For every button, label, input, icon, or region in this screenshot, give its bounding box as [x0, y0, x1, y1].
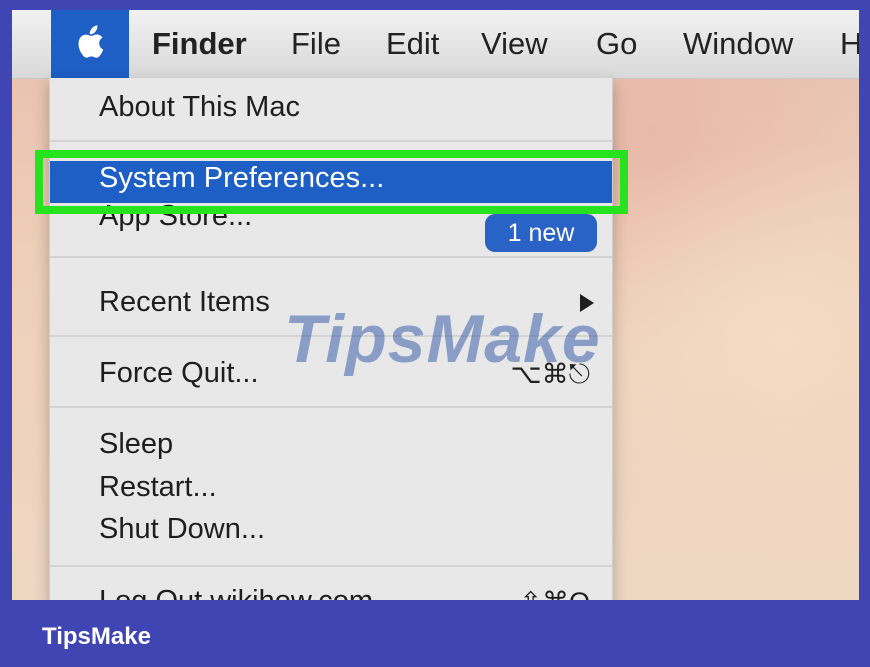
log-out-shortcut: ⇧⌘Q	[519, 587, 590, 600]
menu-separator	[50, 406, 612, 408]
footer-brand: TipsMake	[42, 623, 151, 650]
menu-go[interactable]: Go	[596, 10, 637, 78]
menu-item-about-this-mac[interactable]: About This Mac	[99, 91, 300, 124]
menu-item-sleep[interactable]: Sleep	[99, 428, 173, 461]
screenshot-frame: Finder File Edit View Go Window H About …	[12, 10, 859, 600]
annotation-highlight-box	[35, 150, 628, 214]
app-store-update-badge: 1 new	[485, 214, 597, 252]
menu-separator	[50, 565, 612, 567]
menu-finder[interactable]: Finder	[152, 10, 247, 78]
menu-bar: Finder File Edit View Go Window H	[12, 10, 859, 79]
menu-item-force-quit[interactable]: Force Quit...	[99, 357, 259, 390]
menu-item-shut-down[interactable]: Shut Down...	[99, 513, 265, 546]
menu-item-log-out[interactable]: Log Out wikihow.com...	[99, 585, 397, 600]
apple-menu-button[interactable]	[51, 10, 129, 78]
watermark: TipsMake	[284, 301, 601, 377]
menu-file[interactable]: File	[291, 10, 341, 78]
menu-edit[interactable]: Edit	[386, 10, 439, 78]
menu-view[interactable]: View	[481, 10, 548, 78]
menu-help[interactable]: H	[840, 10, 859, 78]
menu-item-restart[interactable]: Restart...	[99, 471, 217, 504]
menu-separator	[50, 256, 612, 258]
menu-window[interactable]: Window	[683, 10, 793, 78]
apple-icon	[78, 25, 104, 58]
menu-item-recent-items[interactable]: Recent Items	[99, 286, 270, 319]
menu-separator	[50, 140, 612, 142]
